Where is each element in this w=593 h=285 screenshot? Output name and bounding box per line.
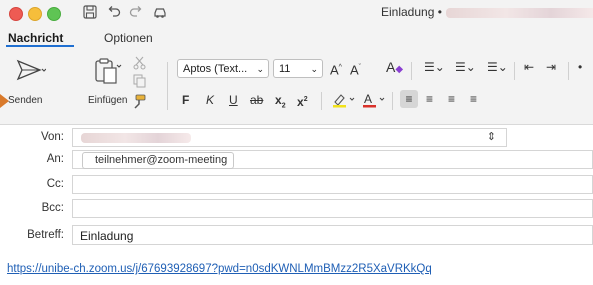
car-icon[interactable]	[152, 4, 168, 25]
zoom-meeting-link[interactable]: https://unibe-ch.zoom.us/j/67693928697?p…	[7, 263, 432, 275]
align-center-button[interactable]: ≡	[426, 92, 433, 106]
chevron-down-icon: ⌄	[256, 64, 264, 74]
title-bar: Einladung •	[0, 0, 593, 26]
justify-button[interactable]: ≡	[470, 92, 477, 106]
copy-icon[interactable]	[133, 74, 146, 93]
bold-button[interactable]: F	[182, 93, 189, 107]
minimize-window-button[interactable]	[28, 7, 42, 21]
tab-optionen[interactable]: Optionen	[104, 31, 153, 45]
strikethrough-button[interactable]: ab	[250, 93, 263, 107]
highlighter-icon	[333, 94, 355, 108]
updown-chevron-icon: ⇕	[486, 131, 496, 143]
shrink-font-button[interactable]: Aˇ	[350, 61, 361, 77]
ribbon-toolbar: Senden Einfügen Aptos (Text... ⌄ 11 ⌄ A^ A…	[0, 50, 593, 125]
ribbon-separator	[568, 62, 569, 80]
grow-font-button[interactable]: A^	[330, 61, 342, 77]
align-right-button[interactable]: ≡	[448, 92, 455, 106]
font-name-value: Aptos (Text...	[183, 63, 248, 75]
from-label: Von:	[40, 131, 64, 143]
highlight-color-button[interactable]	[332, 92, 358, 111]
ribbon-separator	[514, 62, 515, 80]
subject-label: Betreff:	[27, 229, 64, 241]
orange-arrow-marker	[0, 94, 9, 108]
format-painter-icon[interactable]	[131, 94, 147, 115]
ribbon-separator	[321, 92, 322, 110]
to-label: An:	[46, 153, 64, 165]
save-icon[interactable]	[82, 4, 98, 25]
close-window-button[interactable]	[9, 7, 23, 21]
ribbon-separator	[167, 62, 168, 110]
superscript-button[interactable]: x2	[297, 93, 308, 109]
align-left-button[interactable]: ≡	[400, 90, 418, 108]
font-name-dropdown[interactable]: Aptos (Text... ⌄	[177, 59, 269, 78]
from-dropdown[interactable]: ⇕	[72, 128, 507, 147]
redacted-from-address	[81, 133, 191, 143]
redo-icon[interactable]	[128, 4, 144, 25]
redacted-sender-address	[445, 7, 593, 18]
recipient-chip[interactable]: teilnehmer@zoom-meeting	[82, 152, 235, 169]
subject-value[interactable]: Einladung	[80, 229, 133, 243]
active-tab-indicator	[6, 45, 74, 47]
chevron-down-icon: ⌄	[310, 64, 318, 74]
ribbon-tabs: Nachricht Optionen	[0, 26, 593, 50]
clear-formatting-icon[interactable]: A◆	[386, 60, 403, 77]
window-title: Einladung •	[381, 5, 593, 19]
send-button[interactable]	[16, 58, 47, 87]
more-options-icon[interactable]: •	[578, 60, 582, 74]
subscript-button[interactable]: x2	[275, 93, 286, 113]
font-size-dropdown[interactable]: 11 ⌄	[273, 59, 323, 78]
send-label[interactable]: Senden	[8, 95, 42, 106]
ribbon-separator	[411, 62, 412, 80]
font-color-button[interactable]: A	[362, 92, 388, 111]
decrease-indent-icon[interactable]: ⇤	[524, 60, 534, 74]
font-color-icon: A	[363, 92, 385, 108]
zoom-window-button[interactable]	[47, 7, 61, 21]
svg-text:A: A	[364, 92, 372, 106]
undo-icon[interactable]	[106, 4, 122, 25]
cc-field[interactable]	[72, 175, 593, 194]
paste-icon	[95, 58, 122, 84]
paste-button[interactable]	[92, 56, 122, 91]
ribbon-separator	[392, 92, 393, 110]
cc-label: Cc:	[46, 178, 64, 190]
increase-indent-icon[interactable]: ⇥	[546, 60, 556, 74]
subject-field[interactable]	[72, 225, 593, 245]
send-icon	[16, 59, 47, 81]
bcc-label: Bcc:	[41, 202, 64, 214]
italic-button[interactable]: K	[206, 93, 214, 107]
bcc-field[interactable]	[72, 199, 593, 218]
bullets-icon[interactable]: ☰⌄	[424, 60, 445, 74]
cut-icon[interactable]	[133, 56, 146, 75]
font-size-value: 11	[279, 63, 291, 75]
tab-nachricht[interactable]: Nachricht	[8, 31, 63, 45]
numbering-icon[interactable]: ☰⌄	[455, 60, 476, 74]
multilevel-list-icon[interactable]: ☰⌄	[487, 60, 508, 74]
underline-button[interactable]: U	[229, 93, 238, 107]
paste-label[interactable]: Einfügen	[88, 95, 127, 106]
